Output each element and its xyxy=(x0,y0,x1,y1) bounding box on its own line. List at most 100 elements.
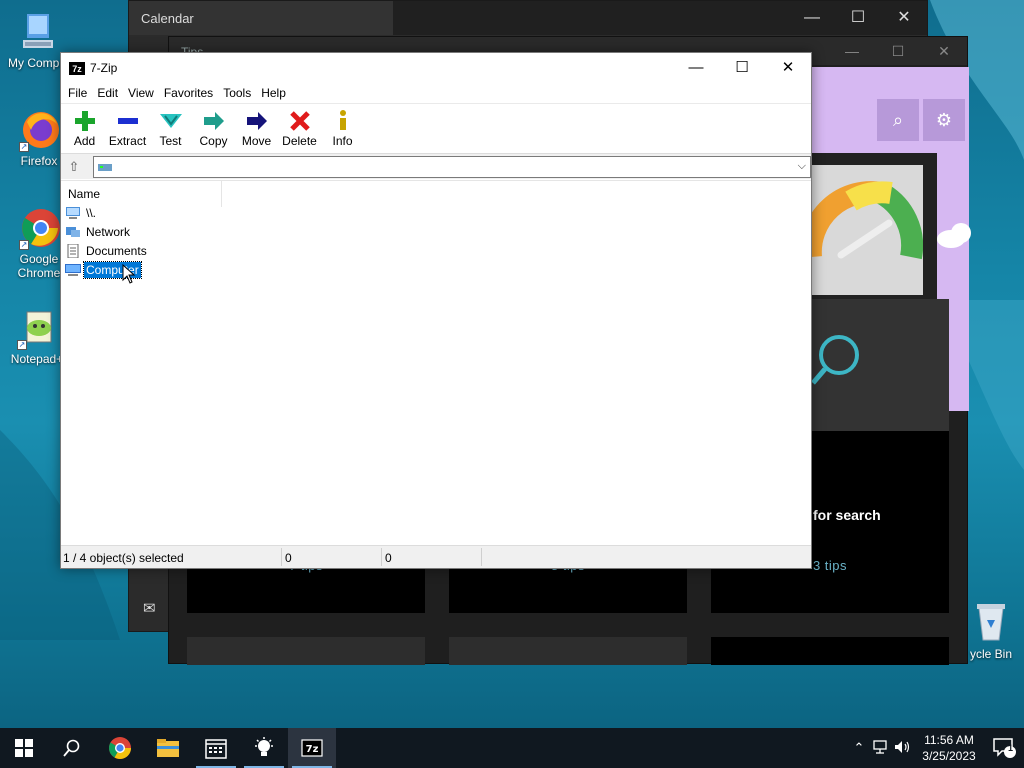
menu-help[interactable]: Help xyxy=(256,83,291,103)
computer-icon xyxy=(65,263,81,277)
plus-icon xyxy=(63,108,106,134)
add-label: Add xyxy=(73,134,96,148)
7zip-window[interactable]: 7z 7-Zip — ☐ ✕ File Edit View Favorites … xyxy=(60,52,812,569)
mouse-cursor-icon xyxy=(122,264,136,284)
copy-button[interactable]: Copy xyxy=(192,104,235,153)
maximize-button[interactable]: ☐ xyxy=(719,53,765,83)
menu-file[interactable]: File xyxy=(63,83,92,103)
test-button[interactable]: Test xyxy=(149,104,192,153)
extract-label: Extract xyxy=(108,134,147,148)
status-size: 0 xyxy=(285,551,292,565)
minimize-button[interactable]: — xyxy=(829,37,875,65)
close-button[interactable]: ✕ xyxy=(921,37,967,65)
minimize-button[interactable]: — xyxy=(673,53,719,83)
status-packed: 0 xyxy=(385,551,392,565)
shortcut-arrow-icon: ↗ xyxy=(19,142,29,152)
clock[interactable]: 11:56 AM 3/25/2023 xyxy=(914,732,984,764)
settings-button[interactable]: ⚙ xyxy=(923,99,965,141)
network-icon xyxy=(65,225,81,239)
minimize-button[interactable]: — xyxy=(789,1,835,35)
7zip-app-icon: 7z xyxy=(69,62,85,75)
system-tray: ⌃ 11:56 AM 3/25/2023 1 xyxy=(848,728,1024,768)
notepad-plus-plus-icon: ↗ xyxy=(15,306,59,350)
delete-label: Delete xyxy=(282,134,317,148)
search-button[interactable]: ⌕ xyxy=(877,99,919,141)
network-icon[interactable] xyxy=(870,739,892,757)
list-item[interactable]: \\. xyxy=(61,203,811,222)
calendar-titlebar[interactable]: Calendar — ☐ ✕ xyxy=(129,1,927,35)
recycle-bin-icon xyxy=(977,604,1005,641)
notification-center-button[interactable]: 1 xyxy=(984,728,1024,768)
file-list[interactable]: Name \\. Network Documents Computer xyxy=(61,180,811,546)
mail-icon[interactable]: ✉ xyxy=(143,599,156,617)
shortcut-arrow-icon: ↗ xyxy=(19,240,29,250)
shortcut-arrow-icon: ↗ xyxy=(17,340,27,350)
move-arrow-icon xyxy=(235,108,278,134)
list-item-selected[interactable]: Computer xyxy=(61,260,811,279)
window-title: 7-Zip xyxy=(90,61,118,75)
copy-arrow-icon xyxy=(192,108,235,134)
address-input[interactable]: ⌵ xyxy=(93,156,811,178)
maximize-button[interactable]: ☐ xyxy=(875,37,921,65)
list-item[interactable]: Documents xyxy=(61,241,811,260)
delete-x-icon xyxy=(278,108,321,134)
list-item-label: \\. xyxy=(86,205,97,220)
tips-panel-text: for search xyxy=(813,507,881,523)
tips-panel xyxy=(811,299,949,431)
gauge-icon xyxy=(811,181,923,260)
cloud-icon xyxy=(937,223,971,248)
add-button[interactable]: Add xyxy=(63,104,106,153)
windows-icon xyxy=(15,739,33,757)
desktop-icon-recycle-bin[interactable]: ycle Bin xyxy=(958,600,1024,661)
7zip-titlebar[interactable]: 7z 7-Zip — ☐ ✕ xyxy=(61,53,811,83)
calendar-title: Calendar xyxy=(141,11,194,26)
chevron-up-icon[interactable]: ⌃ xyxy=(848,740,870,756)
maximize-button[interactable]: ☐ xyxy=(835,1,881,35)
info-icon xyxy=(321,108,364,134)
device-illustration xyxy=(811,153,971,299)
start-button[interactable] xyxy=(0,728,48,768)
chevron-down-icon[interactable]: ⌵ xyxy=(798,160,806,173)
menu-view[interactable]: View xyxy=(123,83,159,103)
menu-edit[interactable]: Edit xyxy=(92,83,123,103)
status-bar: 1 / 4 object(s) selected 0 0 xyxy=(61,545,811,568)
address-bar: ⇧ ⌵ xyxy=(61,153,811,179)
document-icon xyxy=(65,243,81,258)
computer-icon xyxy=(65,206,81,220)
menu-favorites[interactable]: Favorites xyxy=(159,83,218,103)
copy-label: Copy xyxy=(199,134,228,148)
extract-button[interactable]: Extract xyxy=(106,104,149,153)
volume-icon[interactable] xyxy=(892,740,914,757)
delete-button[interactable]: Delete xyxy=(278,104,321,153)
column-header-name[interactable]: Name xyxy=(61,181,811,207)
list-item-label: Network xyxy=(86,224,131,239)
taskbar-file-explorer[interactable] xyxy=(144,728,192,768)
up-folder-icon[interactable]: ⇧ xyxy=(65,158,83,176)
close-button[interactable]: ✕ xyxy=(881,1,927,35)
move-label: Move xyxy=(241,134,272,148)
close-button[interactable]: ✕ xyxy=(765,53,811,83)
status-selection: 1 / 4 object(s) selected xyxy=(63,551,184,565)
taskbar-tips[interactable] xyxy=(240,728,288,768)
clock-time: 11:56 AM xyxy=(924,733,974,747)
search-button[interactable] xyxy=(48,728,96,768)
menu-tools[interactable]: Tools xyxy=(218,83,256,103)
svg-text:7z: 7z xyxy=(306,744,319,755)
taskbar-chrome[interactable] xyxy=(96,728,144,768)
toolbar: Add Extract Test Copy Move Delete Info xyxy=(61,103,811,153)
chrome-icon xyxy=(109,737,131,759)
list-item[interactable]: Network xyxy=(61,222,811,241)
drive-icon xyxy=(98,164,112,171)
7zip-icon: 7z xyxy=(301,739,323,757)
magnifier-icon xyxy=(811,335,859,385)
clock-date: 3/25/2023 xyxy=(922,749,976,763)
desktop-icon-label: ycle Bin xyxy=(969,647,1013,661)
taskbar: 7z ⌃ 11:56 AM 3/25/2023 1 xyxy=(0,728,1024,768)
taskbar-calendar[interactable] xyxy=(192,728,240,768)
taskbar-7zip[interactable]: 7z xyxy=(288,728,336,768)
info-button[interactable]: Info xyxy=(321,104,364,153)
calendar-icon xyxy=(205,739,227,759)
firefox-icon: ↗ xyxy=(17,108,61,152)
minus-icon xyxy=(106,108,149,134)
move-button[interactable]: Move xyxy=(235,104,278,153)
